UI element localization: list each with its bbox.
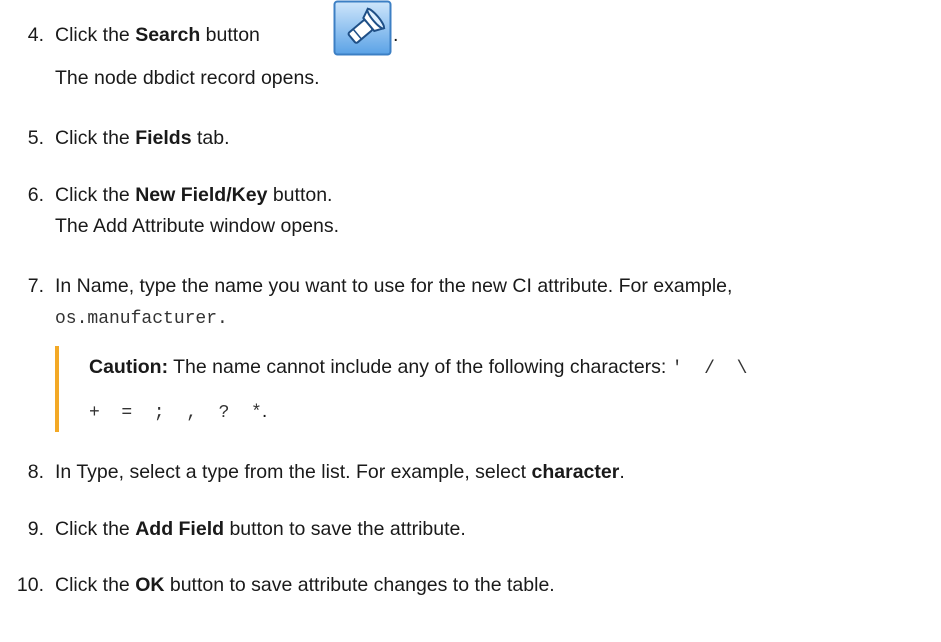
step-text: .: [619, 461, 625, 483]
step-number: 9.: [27, 518, 44, 540]
step-text: Click the: [55, 127, 136, 149]
ui-term-search: Search: [135, 24, 201, 46]
step-text: Click the: [55, 518, 136, 540]
step-text: In Name, type the name you want to use f…: [55, 275, 733, 297]
ui-term-new-field-key: New Field/Key: [135, 184, 268, 206]
step-text: Click the: [55, 24, 136, 46]
step-number: 5.: [27, 127, 44, 149]
step-text: Click the: [55, 184, 136, 206]
caution-chars-1: ' / \: [671, 359, 748, 379]
period: .: [393, 24, 399, 46]
step-number: 8.: [27, 461, 44, 483]
step-text: button: [200, 24, 260, 46]
ui-term-ok: OK: [135, 574, 165, 596]
step-number: 6.: [27, 184, 44, 206]
step-number: 4.: [27, 24, 44, 46]
caution-chars-2: + = ; , ? *: [89, 403, 262, 423]
example-code: os.manufacturer.: [55, 309, 228, 329]
ui-term-character: character: [531, 461, 620, 483]
search-button-icon[interactable]: [333, 0, 392, 56]
step-text: button to save the attribute.: [224, 518, 466, 540]
caution-label: Caution:: [89, 356, 169, 378]
step-number: 7.: [27, 275, 44, 297]
step-text: Click the: [55, 574, 136, 596]
step-6-result: The Add Attribute window opens.: [55, 215, 340, 237]
caution-text: The name cannot include any of the follo…: [168, 356, 672, 378]
step-text: In Type, select a type from the list. Fo…: [55, 461, 532, 483]
ui-term-fields: Fields: [135, 127, 192, 149]
caution-note: Caution: The name cannot include any of …: [55, 346, 939, 432]
step-number: 10.: [16, 574, 44, 596]
step-text: button.: [267, 184, 333, 206]
caution-end: .: [261, 400, 268, 422]
step-text: tab.: [191, 127, 230, 149]
step-4-result: The node dbdict record opens.: [55, 67, 320, 89]
ui-term-add-field: Add Field: [135, 518, 225, 540]
step-text: button to save attribute changes to the …: [164, 574, 555, 596]
